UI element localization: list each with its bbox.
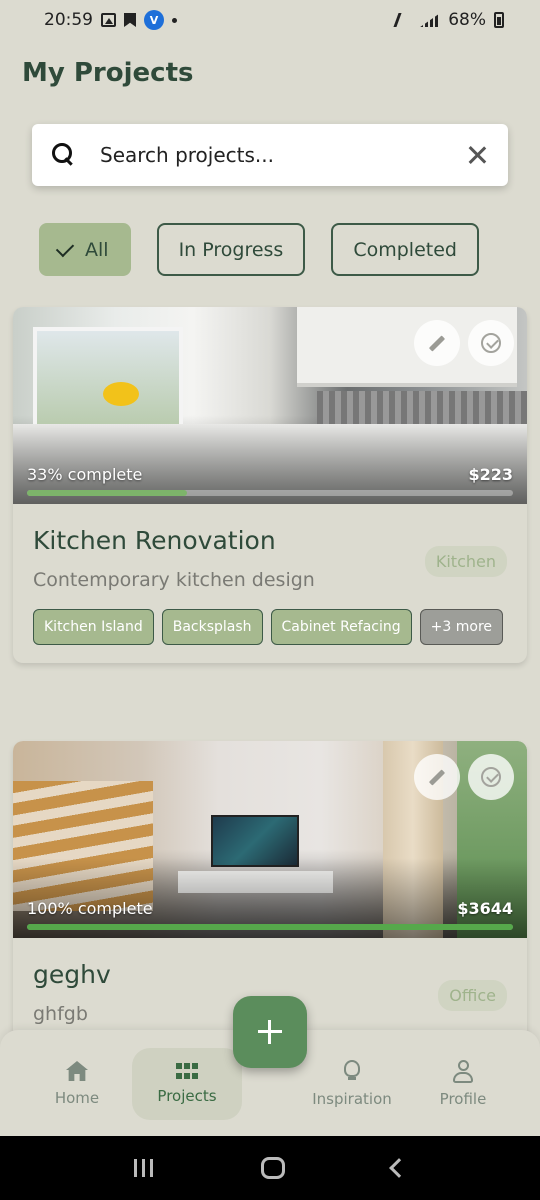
mute-icon xyxy=(393,13,415,27)
image-flowers xyxy=(103,382,139,406)
check-icon xyxy=(55,238,75,257)
image-window xyxy=(33,327,183,437)
more-tags-chip[interactable]: +3 more xyxy=(419,609,504,645)
category-badge: Office xyxy=(438,980,507,1011)
filter-chip-completed[interactable]: Completed xyxy=(331,223,479,276)
progress-fill xyxy=(27,924,513,930)
more-notifications-icon xyxy=(172,17,177,23)
system-navigation-bar xyxy=(0,1136,540,1200)
search-bar xyxy=(32,124,508,186)
progress-fill xyxy=(27,490,188,496)
filter-chip-all[interactable]: All xyxy=(39,223,131,276)
filter-chip-in-progress[interactable]: In Progress xyxy=(156,223,306,276)
filter-chip-label: In Progress xyxy=(178,238,284,261)
progress-text: 33% complete xyxy=(27,465,143,484)
plus-icon xyxy=(258,1020,282,1044)
progress-bar xyxy=(27,490,513,496)
tag-list: Kitchen Island Backsplash Cabinet Refaci… xyxy=(33,609,507,645)
nav-item-projects[interactable]: Projects xyxy=(132,1048,242,1120)
category-badge: Kitchen xyxy=(424,546,507,577)
image-backsplash xyxy=(317,391,527,427)
progress-text: 100% complete xyxy=(27,899,153,918)
grid-icon xyxy=(176,1063,198,1079)
project-image: 33% complete $223 xyxy=(13,307,527,504)
image-caption: 100% complete $3644 xyxy=(27,899,513,918)
gallery-notification-icon xyxy=(101,13,116,27)
pencil-icon xyxy=(428,334,446,352)
tag-chip: Kitchen Island xyxy=(33,609,154,645)
edit-button[interactable] xyxy=(414,320,460,366)
filter-chip-label: All xyxy=(85,238,109,261)
check-circle-icon xyxy=(481,333,501,353)
mark-complete-button[interactable] xyxy=(468,320,514,366)
nav-label: Inspiration xyxy=(312,1090,392,1108)
nav-label: Home xyxy=(54,1089,100,1107)
search-icon xyxy=(52,143,76,167)
page-title: My Projects xyxy=(22,58,194,88)
add-project-button[interactable] xyxy=(233,996,307,1068)
search-input[interactable] xyxy=(100,143,466,167)
mark-complete-button[interactable] xyxy=(468,754,514,800)
battery-icon xyxy=(494,12,504,28)
filter-chips: All In Progress Completed xyxy=(39,223,479,276)
project-price: $3644 xyxy=(457,899,513,918)
person-icon xyxy=(453,1060,473,1083)
home-icon xyxy=(66,1061,88,1081)
pencil-icon xyxy=(428,768,446,786)
app-notification-icon: V xyxy=(144,10,164,30)
back-icon[interactable] xyxy=(389,1158,410,1178)
nav-label: Profile xyxy=(439,1090,487,1108)
clear-search-icon[interactable] xyxy=(466,144,488,166)
nav-item-inspiration[interactable]: Inspiration xyxy=(297,1048,407,1120)
status-time: 20:59 xyxy=(44,10,93,30)
project-title: geghv xyxy=(33,960,111,989)
battery-percent: 68% xyxy=(448,10,486,30)
nav-label: Projects xyxy=(157,1087,217,1105)
edit-button[interactable] xyxy=(414,754,460,800)
tag-chip: Cabinet Refacing xyxy=(270,609,412,645)
progress-bar xyxy=(27,924,513,930)
check-circle-icon xyxy=(481,767,501,787)
signal-icon xyxy=(420,13,441,27)
home-button-icon[interactable] xyxy=(260,1157,285,1179)
nav-item-home[interactable]: Home xyxy=(22,1048,132,1120)
project-image: 100% complete $3644 xyxy=(13,741,527,938)
project-price: $223 xyxy=(468,465,513,484)
recents-icon[interactable] xyxy=(133,1159,154,1177)
filter-chip-label: Completed xyxy=(353,238,457,261)
image-caption: 33% complete $223 xyxy=(27,465,513,484)
nav-item-profile[interactable]: Profile xyxy=(408,1048,518,1120)
card-body: Kitchen Renovation Kitchen Contemporary … xyxy=(13,526,527,663)
project-card[interactable]: 33% complete $223 Kitchen Renovation Kit… xyxy=(13,307,527,663)
tag-chip: Backsplash xyxy=(161,609,263,645)
lightbulb-icon xyxy=(344,1060,360,1082)
bookmark-notification-icon xyxy=(124,13,136,27)
status-bar: 20:59 V 68% xyxy=(0,0,540,40)
